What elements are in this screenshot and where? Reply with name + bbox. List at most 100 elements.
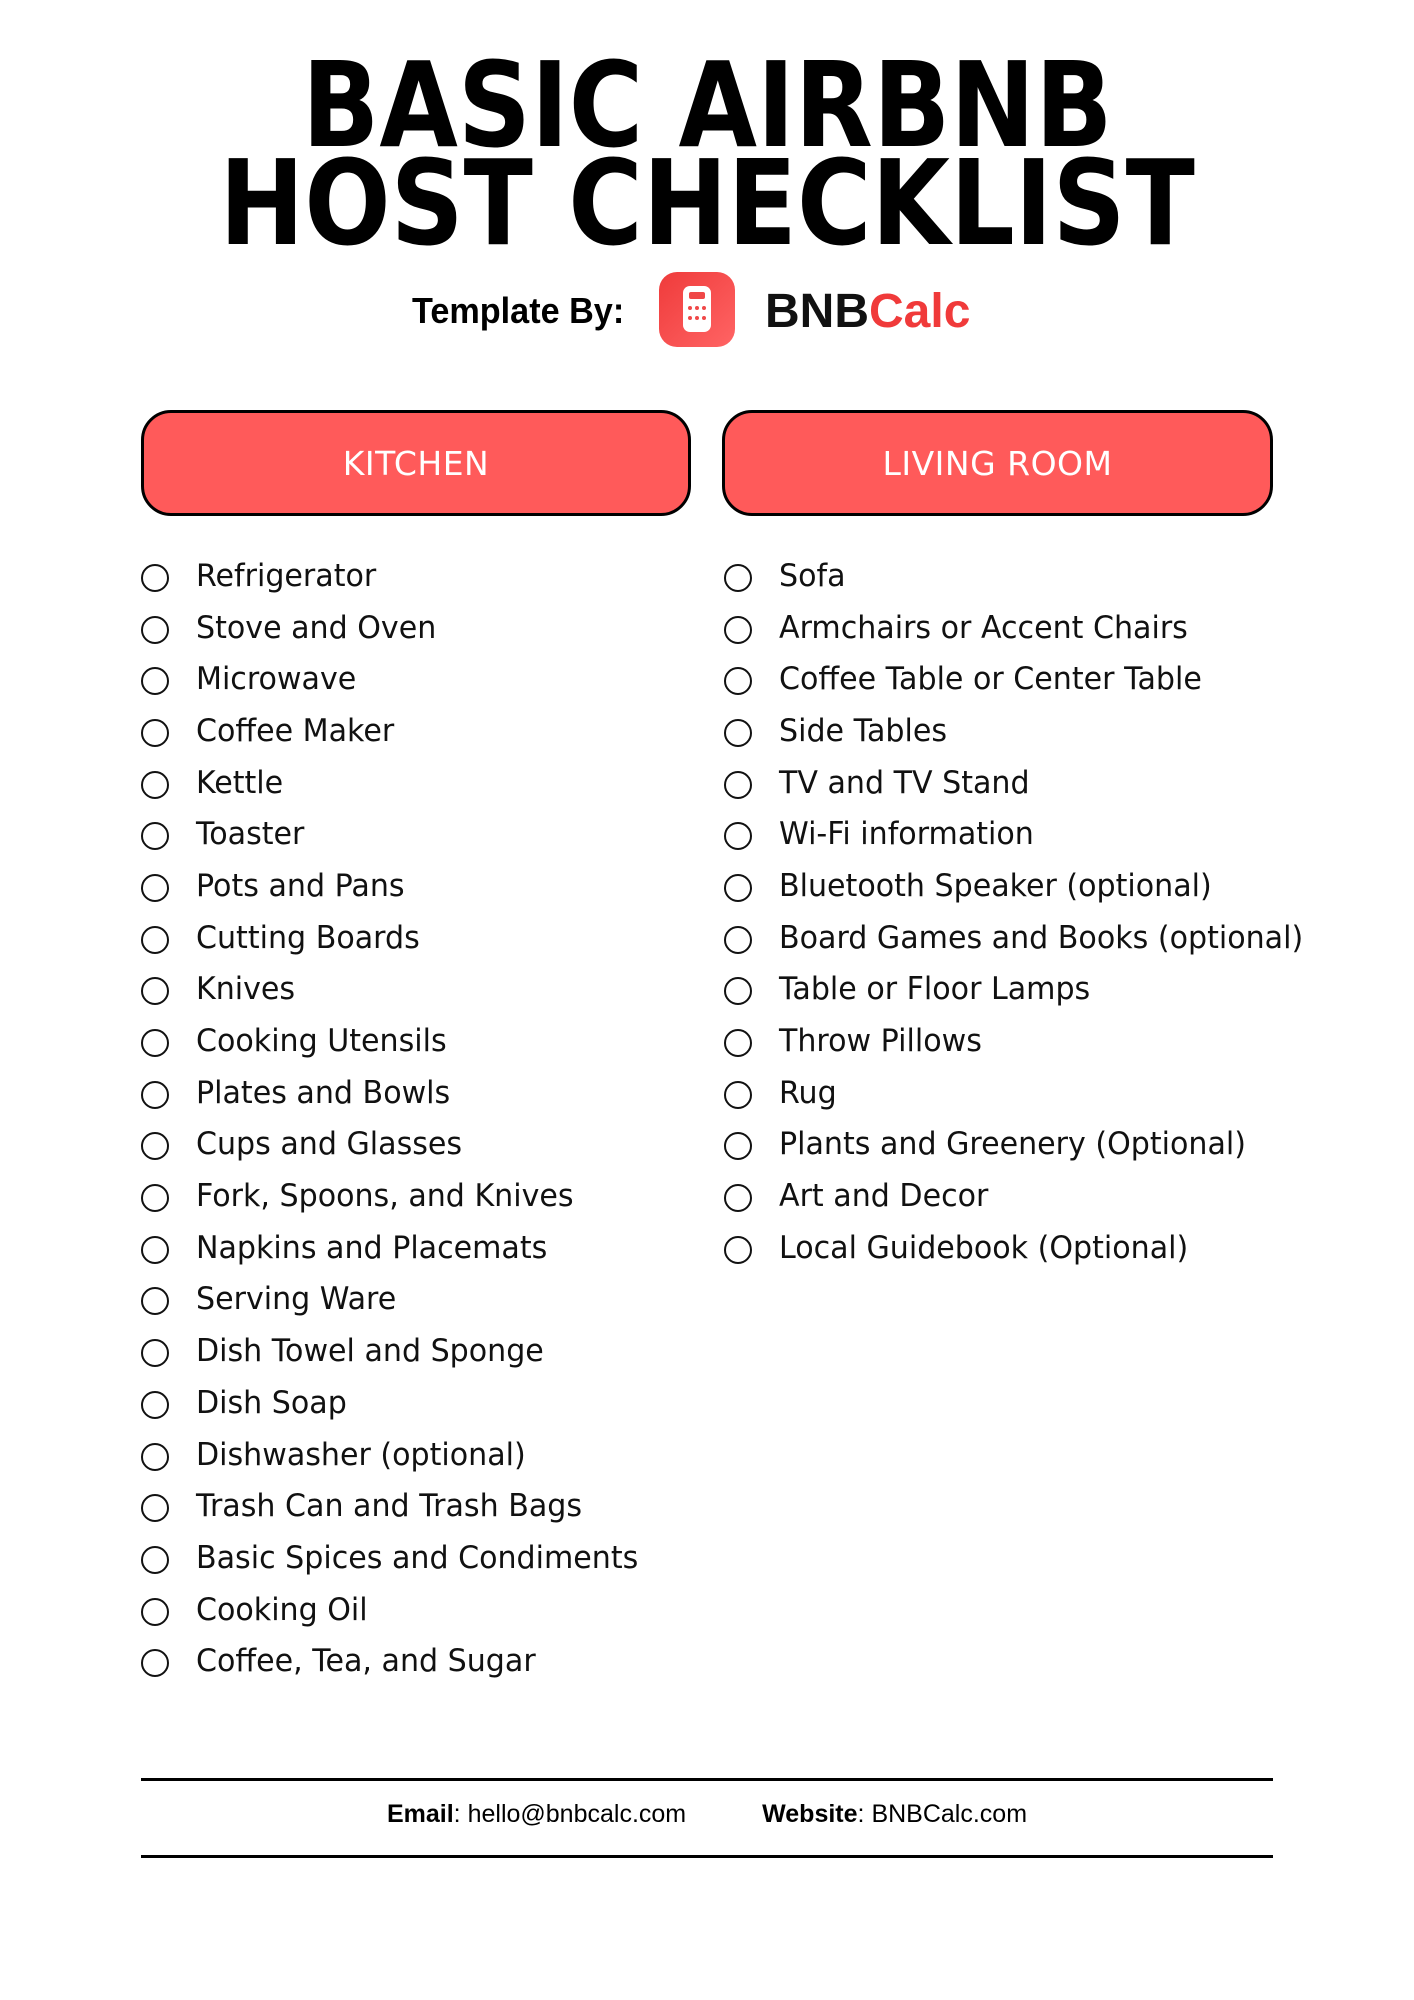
checkbox-circle-icon[interactable] [141,925,169,954]
checklist-item-label: Kettle [196,764,284,801]
website-link[interactable]: BNBCalc.com [871,1800,1027,1828]
checkbox-circle-icon[interactable] [724,718,752,747]
checkbox-circle-icon[interactable] [141,1545,169,1574]
footer-website: Website: BNBCalc.com [762,1800,1028,1828]
checklist-item-label: Rug [779,1074,837,1111]
footer-divider-top [141,1778,1273,1781]
checklist-item-label: Fork, Spoons, and Knives [196,1178,574,1215]
checkbox-circle-icon[interactable] [141,1597,169,1626]
checkbox-circle-icon[interactable] [141,1649,169,1678]
brand-part-1: BNB [765,285,869,338]
checklist-item[interactable]: Knives [141,964,652,1016]
checkbox-circle-icon[interactable] [141,977,169,1006]
checkbox-circle-icon[interactable] [724,615,752,644]
checklist-item[interactable]: Trash Can and Trash Bags [141,1480,652,1532]
checkbox-circle-icon[interactable] [141,1235,169,1264]
checkbox-circle-icon[interactable] [724,873,752,902]
checklist-item-label: Dish Soap [196,1384,347,1421]
checkbox-circle-icon[interactable] [141,1080,169,1109]
checklist-item[interactable]: Local Guidebook (Optional) [724,1222,1319,1274]
footer-contact: Email: hello@bnbcalc.com Website: BNBCalc… [0,1800,1414,1829]
checklist-item-label: TV and TV Stand [779,764,1030,801]
checkbox-circle-icon[interactable] [724,1080,752,1109]
checklist-item[interactable]: Art and Decor [724,1170,1319,1222]
checklist-item[interactable]: Dish Soap [141,1377,652,1429]
checklist-item[interactable]: Kettle [141,757,652,809]
checklist-item[interactable]: Cooking Utensils [141,1015,652,1067]
checklist-item[interactable]: Bluetooth Speaker (optional) [724,860,1319,912]
checklist-item[interactable]: Plates and Bowls [141,1067,652,1119]
checklist-item[interactable]: Coffee Maker [141,705,652,757]
email-link[interactable]: hello@bnbcalc.com [468,1800,687,1828]
checklist-item[interactable]: Board Games and Books (optional) [724,912,1319,964]
section-header-kitchen: KITCHEN [141,410,691,516]
checklist-item[interactable]: Coffee, Tea, and Sugar [141,1635,652,1687]
checkbox-circle-icon[interactable] [141,1494,169,1523]
checklist-item-label: Pots and Pans [196,867,405,904]
checklist-item[interactable]: Coffee Table or Center Table [724,653,1319,705]
checklist-item-label: Coffee Table or Center Table [779,661,1202,698]
checklist-item-label: Bluetooth Speaker (optional) [779,867,1212,904]
checklist-item-label: Serving Ware [196,1281,397,1318]
checklist-item[interactable]: Side Tables [724,705,1319,757]
checkbox-circle-icon[interactable] [724,667,752,696]
checklist-item-label: Cutting Boards [196,919,420,956]
checklist-item[interactable]: Napkins and Placemats [141,1222,652,1274]
checklist-item[interactable]: Cooking Oil [141,1584,652,1636]
checkbox-circle-icon[interactable] [724,925,752,954]
checklist-item[interactable]: Dishwasher (optional) [141,1429,652,1481]
checklist-item[interactable]: Stove and Oven [141,602,652,654]
checklist-item[interactable]: Toaster [141,808,652,860]
checkbox-circle-icon[interactable] [724,977,752,1006]
checklist-item-label: Cooking Oil [196,1591,368,1628]
checkbox-circle-icon[interactable] [724,822,752,851]
checklist-item-label: Table or Floor Lamps [779,971,1091,1008]
checkbox-circle-icon[interactable] [724,1132,752,1161]
checklist-item[interactable]: Basic Spices and Condiments [141,1532,652,1584]
checkbox-circle-icon[interactable] [141,1339,169,1368]
checkbox-circle-icon[interactable] [724,563,752,592]
checklist-item-label: Plates and Bowls [196,1074,451,1111]
checklist-item[interactable]: Plants and Greenery (Optional) [724,1119,1319,1171]
checkbox-circle-icon[interactable] [724,1029,752,1058]
checklist-item[interactable]: Rug [724,1067,1319,1119]
checkbox-circle-icon[interactable] [141,563,169,592]
checkbox-circle-icon[interactable] [141,770,169,799]
checklist-item-label: Microwave [196,661,357,698]
checkbox-circle-icon[interactable] [141,822,169,851]
checklist-item[interactable]: Dish Towel and Sponge [141,1325,652,1377]
checklist-item[interactable]: Throw Pillows [724,1015,1319,1067]
checkbox-circle-icon[interactable] [724,770,752,799]
checklist-item[interactable]: Cups and Glasses [141,1119,652,1171]
checklist-item[interactable]: Refrigerator [141,550,652,602]
footer-divider-bottom [141,1855,1273,1858]
checkbox-circle-icon[interactable] [141,615,169,644]
checkbox-circle-icon[interactable] [724,1235,752,1264]
checkbox-circle-icon[interactable] [141,667,169,696]
checkbox-circle-icon[interactable] [141,1029,169,1058]
checklist-item[interactable]: Pots and Pans [141,860,652,912]
checklist-item[interactable]: Armchairs or Accent Chairs [724,602,1319,654]
checklist-item-label: Cooking Utensils [196,1023,447,1060]
checkbox-circle-icon[interactable] [141,718,169,747]
checklist-item[interactable]: Cutting Boards [141,912,652,964]
checklist-item-label: Knives [196,971,296,1008]
checkbox-circle-icon[interactable] [141,1184,169,1213]
checklist-item[interactable]: Wi-Fi information [724,808,1319,860]
checklist-item[interactable]: TV and TV Stand [724,757,1319,809]
checkbox-circle-icon[interactable] [724,1184,752,1213]
checklist-item[interactable]: Microwave [141,653,652,705]
checkbox-circle-icon[interactable] [141,1287,169,1316]
calculator-icon [659,272,735,347]
checklist-item[interactable]: Table or Floor Lamps [724,964,1319,1016]
checklist-item-label: Wi-Fi information [779,816,1034,853]
checkbox-circle-icon[interactable] [141,1442,169,1471]
checklist-item-label: Coffee Maker [196,712,395,749]
checkbox-circle-icon[interactable] [141,873,169,902]
checklist-item[interactable]: Sofa [724,550,1319,602]
checklist-item[interactable]: Serving Ware [141,1274,652,1326]
checklist-item-label: Dishwasher (optional) [196,1436,526,1473]
checklist-item[interactable]: Fork, Spoons, and Knives [141,1170,652,1222]
checkbox-circle-icon[interactable] [141,1132,169,1161]
checkbox-circle-icon[interactable] [141,1390,169,1419]
